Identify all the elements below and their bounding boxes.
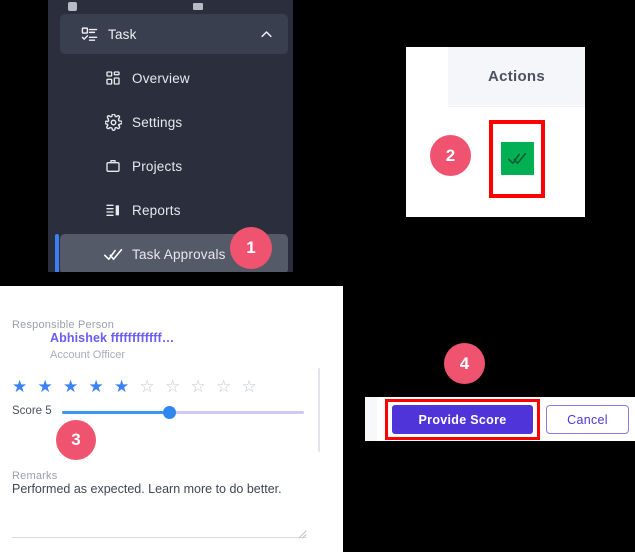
form-scrollbar[interactable] [318, 368, 320, 452]
star-1[interactable]: ★ [12, 378, 38, 395]
star-4[interactable]: ★ [89, 378, 115, 395]
sidebar-item-projects[interactable]: Projects [60, 146, 288, 186]
sidebar-item-settings[interactable]: Settings [60, 102, 288, 142]
grid-icon [94, 70, 132, 86]
sidebar-group-task[interactable]: Task [60, 14, 288, 54]
sidebar-item-overview-label: Overview [132, 70, 190, 86]
provide-score-button[interactable]: Provide Score [392, 405, 533, 434]
actions-column-header: Actions [448, 47, 585, 105]
sidebar-item-reports[interactable]: Reports [60, 190, 288, 230]
sidebar-item-settings-label: Settings [132, 114, 183, 130]
chevron-up-icon[interactable] [259, 27, 274, 47]
star-6[interactable]: ☆ [140, 378, 166, 395]
partial-label-sliver [193, 3, 203, 10]
sidebar-item-partial-above[interactable] [48, 0, 293, 12]
sidebar-item-task-approvals-label: Task Approvals [132, 246, 226, 262]
responsible-person-name[interactable]: Abhishek ffffffffffff… [50, 331, 174, 345]
responsible-person-role: Account Officer [50, 349, 125, 361]
step-badge-3: 3 [56, 420, 96, 460]
sidebar-item-projects-label: Projects [132, 158, 183, 174]
gear-icon [94, 113, 132, 131]
star-8[interactable]: ☆ [191, 378, 217, 395]
remarks-input[interactable]: Performed as expected. Learn more to do … [12, 481, 307, 498]
screenshot-stage: Task Overview Settings Projects Reports … [0, 0, 635, 552]
task-list-icon [70, 26, 108, 43]
step-badge-1: 1 [230, 227, 272, 269]
actions-header-label: Actions [487, 67, 546, 85]
star-3[interactable]: ★ [63, 378, 89, 395]
slider-thumb[interactable] [163, 406, 176, 419]
double-check-approve-icon[interactable] [501, 142, 534, 175]
star-rating[interactable]: ★ ★ ★ ★ ★ ☆ ☆ ☆ ☆ ☆ [12, 378, 267, 395]
star-5[interactable]: ★ [114, 378, 140, 395]
sidebar-group-task-label: Task [108, 26, 137, 42]
step-badge-2: 2 [430, 135, 471, 176]
briefcase-icon [94, 158, 132, 174]
sidebar-item-reports-label: Reports [132, 202, 181, 218]
report-bars-icon [94, 202, 132, 218]
cancel-button[interactable]: Cancel [546, 405, 629, 434]
sidebar-item-overview[interactable]: Overview [60, 58, 288, 98]
responsible-person-label: Responsible Person [12, 319, 115, 331]
double-check-icon [94, 245, 132, 264]
star-7[interactable]: ☆ [165, 378, 191, 395]
star-10[interactable]: ☆ [242, 378, 268, 395]
partial-icon [68, 2, 77, 11]
step-badge-4: 4 [444, 343, 485, 384]
score-label: Score 5 [12, 405, 52, 417]
star-2[interactable]: ★ [38, 378, 64, 395]
star-9[interactable]: ☆ [216, 378, 242, 395]
resize-grip-icon[interactable] [298, 526, 307, 539]
score-slider[interactable] [62, 405, 304, 421]
slider-fill [62, 411, 169, 414]
remarks-underline [12, 537, 307, 538]
